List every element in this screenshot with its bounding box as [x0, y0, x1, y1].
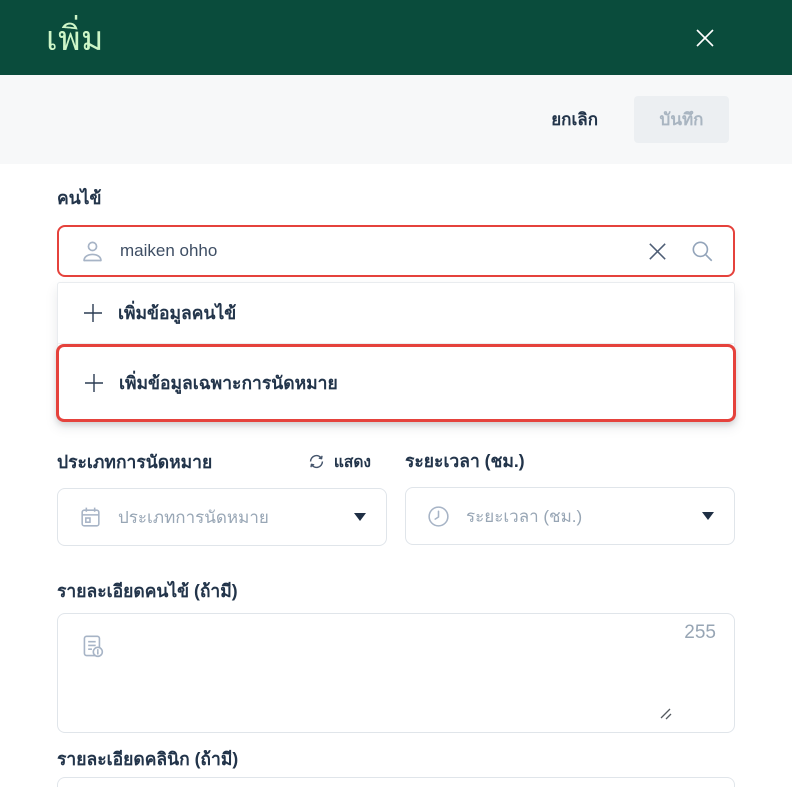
- option-add-appointment-only[interactable]: เพิ่มข้อมูลเฉพาะการนัดหมาย: [59, 347, 733, 419]
- refresh-show-button[interactable]: แสดง: [307, 449, 371, 474]
- option-add-patient[interactable]: เพิ่มข้อมูลคนไข้: [58, 283, 734, 344]
- duration-placeholder: ระยะเวลา (ชม.): [466, 503, 687, 530]
- option-label: เพิ่มข้อมูลคนไข้: [118, 299, 236, 327]
- patient-details-textarea[interactable]: 255: [57, 613, 735, 733]
- appointment-type-placeholder: ประเภทการนัดหมาย: [118, 504, 339, 531]
- cancel-button[interactable]: ยกเลิก: [551, 106, 598, 133]
- form-body: คนไข้ maiken ohho: [0, 186, 792, 787]
- close-icon: [693, 26, 717, 50]
- appointment-type-label: ประเภทการนัดหมาย: [57, 450, 212, 474]
- add-appointment-modal: เพิ่ม ยกเลิก บันทึก คนไข้ maiken ohho: [0, 0, 792, 787]
- char-counter: 255: [684, 622, 716, 644]
- appointment-type-column: ประเภทการนัดหมาย แสดง: [57, 449, 387, 546]
- option-label: เพิ่มข้อมูลเฉพาะการนัดหมาย: [119, 369, 338, 397]
- clinic-details-textarea[interactable]: [57, 777, 735, 787]
- chevron-down-icon: [702, 512, 714, 520]
- patient-search-value: maiken ohho: [120, 241, 632, 261]
- refresh-icon: [307, 452, 326, 471]
- duration-select[interactable]: ระยะเวลา (ชม.): [405, 487, 735, 545]
- appointment-type-select[interactable]: ประเภทการนัดหมาย: [57, 488, 387, 546]
- clinic-details-label: รายละเอียดคลินิก (ถ้ามี): [57, 747, 735, 771]
- clear-icon[interactable]: [646, 240, 669, 263]
- plus-icon: [84, 373, 104, 393]
- highlight-box: เพิ่มข้อมูลเฉพาะการนัดหมาย: [56, 344, 736, 422]
- resize-grip-icon[interactable]: [659, 707, 672, 720]
- duration-column: ระยะเวลา (ชม.) ระยะเวลา (ชม.): [405, 449, 735, 546]
- show-label: แสดง: [334, 449, 371, 474]
- modal-header: เพิ่ม: [0, 0, 792, 75]
- chevron-down-icon: [354, 513, 366, 521]
- calendar-icon: [78, 505, 103, 530]
- plus-icon: [83, 303, 103, 323]
- close-button[interactable]: [692, 25, 718, 51]
- person-icon: [79, 238, 106, 265]
- patient-label: คนไข้: [57, 186, 735, 210]
- save-button[interactable]: บันทึก: [634, 96, 729, 143]
- clock-icon: [426, 504, 451, 529]
- selects-row: ประเภทการนัดหมาย แสดง: [57, 449, 735, 546]
- duration-label: ระยะเวลา (ชม.): [405, 449, 525, 473]
- patient-search-input[interactable]: maiken ohho: [57, 225, 735, 277]
- patient-details-label: รายละเอียดคนไข้ (ถ้ามี): [57, 579, 735, 603]
- search-icon[interactable]: [689, 238, 715, 264]
- patient-suggestions-panel: เพิ่มข้อมูลคนไข้ เพิ่มข้อมูลเฉพาะการนัดห…: [57, 282, 735, 421]
- note-info-icon: [78, 632, 108, 662]
- modal-title: เพิ่ม: [46, 11, 104, 65]
- action-bar: ยกเลิก บันทึก: [0, 75, 792, 164]
